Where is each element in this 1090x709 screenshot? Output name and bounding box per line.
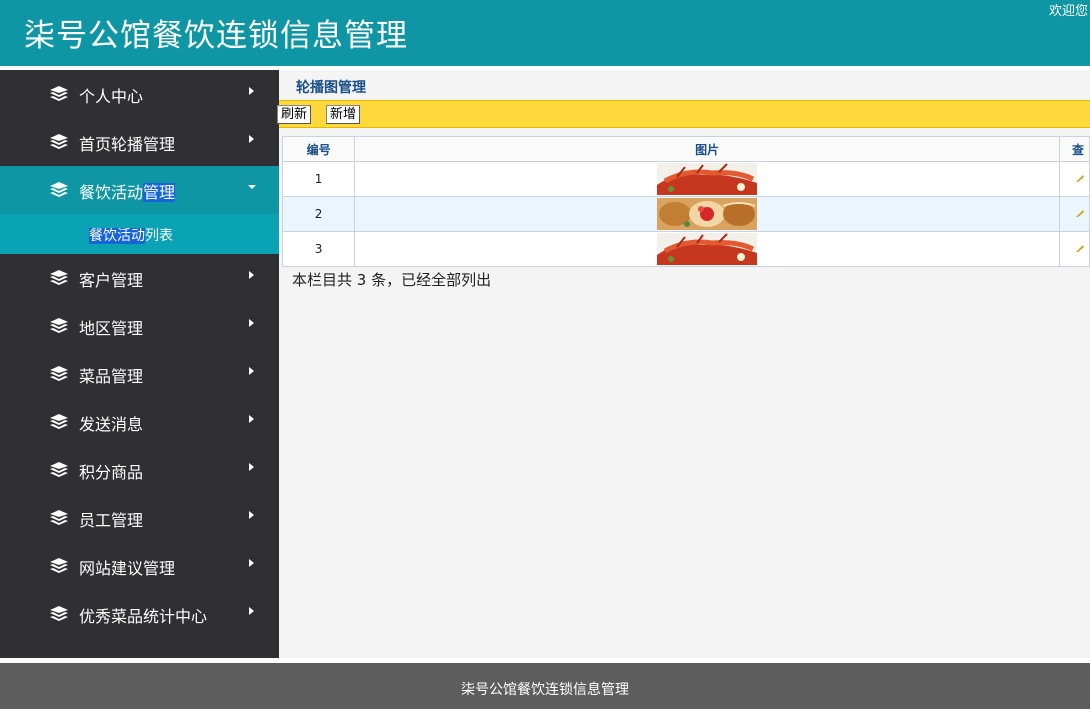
sidebar-item-points-products[interactable]: 积分商品 — [0, 446, 279, 494]
table-summary: 本栏目共 3 条，已经全部列出 — [292, 271, 492, 289]
footer-text: 柒号公馆餐饮连锁信息管理 — [461, 682, 629, 698]
chevron-right-icon — [246, 268, 258, 282]
footer: 柒号公馆餐饮连锁信息管理 — [0, 663, 1090, 709]
row-view-cell — [1059, 196, 1090, 232]
view-icon[interactable] — [1075, 208, 1085, 218]
carousel-table: 编号 图片 查 1 2 3 — [281, 136, 1090, 267]
sidebar-item-label: 积分商品 — [79, 463, 144, 482]
sidebar-item-staff[interactable]: 员工管理 — [0, 494, 279, 542]
sidebar-item-dining-activity[interactable]: 餐饮活动管理 — [0, 166, 279, 214]
toolbar: 刷新 新增 — [277, 100, 1090, 128]
stack-icon — [49, 413, 69, 429]
sidebar-item-label: 餐饮活动管理 — [79, 179, 176, 203]
stack-icon — [49, 605, 69, 621]
column-header-id: 编号 — [281, 136, 356, 162]
row-id: 3 — [281, 231, 356, 267]
sidebar-item-label: 员工管理 — [79, 511, 144, 530]
label-part: 餐饮活动 — [79, 183, 144, 202]
stack-icon — [49, 461, 69, 477]
sidebar-item-top-dishes-stats[interactable]: 优秀菜品统计中心 — [0, 590, 279, 638]
table-header-row: 编号 图片 查 — [281, 136, 1090, 162]
label-part-highlighted: 管理 — [143, 183, 176, 202]
label-part-highlighted: 餐饮活动 — [89, 228, 145, 244]
row-image-cell — [354, 161, 1061, 197]
chevron-down-icon — [246, 180, 258, 194]
sidebar-item-label: 地区管理 — [79, 319, 144, 338]
row-id: 2 — [281, 196, 356, 232]
table-row: 1 — [281, 161, 1090, 197]
chevron-right-icon — [246, 460, 258, 474]
stack-icon — [49, 365, 69, 381]
sidebar-item-label: 个人中心 — [79, 87, 144, 106]
row-view-cell — [1059, 231, 1090, 267]
row-image-cell — [354, 231, 1061, 267]
view-icon[interactable] — [1075, 243, 1085, 253]
app-header: 柒号公馆餐饮连锁信息管理 欢迎您 — [0, 0, 1090, 66]
stack-icon — [49, 133, 69, 149]
add-button[interactable]: 新增 — [326, 105, 361, 124]
chevron-right-icon — [246, 508, 258, 522]
row-id: 1 — [281, 161, 356, 197]
chevron-right-icon — [246, 316, 258, 330]
sidebar-item-label: 菜品管理 — [79, 367, 144, 386]
sidebar-subitem-label: 餐饮活动列表 — [89, 225, 173, 245]
sidebar-item-personal-center[interactable]: 个人中心 — [0, 70, 279, 118]
app-title: 柒号公馆餐饮连锁信息管理 — [24, 18, 408, 54]
chevron-right-icon — [246, 412, 258, 426]
main-content: 轮播图管理 刷新 新增 编号 图片 查 1 2 3 本栏目共 3 条，已经全部列… — [277, 70, 1090, 658]
stack-icon — [49, 557, 69, 573]
sidebar-item-regions[interactable]: 地区管理 — [0, 302, 279, 350]
sidebar-item-dishes[interactable]: 菜品管理 — [0, 350, 279, 398]
row-image-cell — [354, 196, 1061, 232]
welcome-text: 欢迎您 — [1048, 4, 1088, 19]
chevron-right-icon — [246, 364, 258, 378]
lobster-dish-image — [657, 233, 757, 265]
column-header-view: 查 — [1059, 136, 1090, 162]
sidebar-item-send-message[interactable]: 发送消息 — [0, 398, 279, 446]
assorted-pastries-image — [657, 198, 757, 230]
stack-icon — [49, 269, 69, 285]
sidebar-item-label: 网站建议管理 — [79, 559, 176, 578]
sidebar-item-label: 优秀菜品统计中心 — [79, 607, 208, 626]
page-title: 轮播图管理 — [296, 80, 366, 96]
chevron-right-icon — [246, 604, 258, 618]
sidebar-item-carousel[interactable]: 首页轮播管理 — [0, 118, 279, 166]
stack-icon — [49, 85, 69, 101]
stack-icon — [49, 317, 69, 333]
sidebar-subitem-dining-activity-list[interactable]: 餐饮活动列表 — [0, 214, 279, 254]
row-view-cell — [1059, 161, 1090, 197]
lobster-dish-image — [657, 163, 757, 195]
sidebar-item-label: 首页轮播管理 — [79, 135, 176, 154]
chevron-right-icon — [246, 556, 258, 570]
refresh-button[interactable]: 刷新 — [277, 105, 312, 124]
sidebar-item-site-suggestions[interactable]: 网站建议管理 — [0, 542, 279, 590]
stack-icon — [49, 509, 69, 525]
table-row: 3 — [281, 231, 1090, 267]
sidebar: 个人中心 首页轮播管理 餐饮活动管理 餐饮活动列表 客户管理 地区管理 菜品管理… — [0, 70, 279, 658]
chevron-right-icon — [246, 84, 258, 98]
view-icon[interactable] — [1075, 173, 1085, 183]
table-row: 2 — [281, 196, 1090, 232]
chevron-right-icon — [246, 132, 258, 146]
sidebar-item-label: 客户管理 — [79, 271, 144, 290]
sidebar-item-label: 发送消息 — [79, 415, 144, 434]
sidebar-item-customers[interactable]: 客户管理 — [0, 254, 279, 302]
stack-icon — [49, 181, 69, 197]
column-header-image: 图片 — [354, 136, 1061, 162]
label-part: 列表 — [145, 228, 173, 244]
